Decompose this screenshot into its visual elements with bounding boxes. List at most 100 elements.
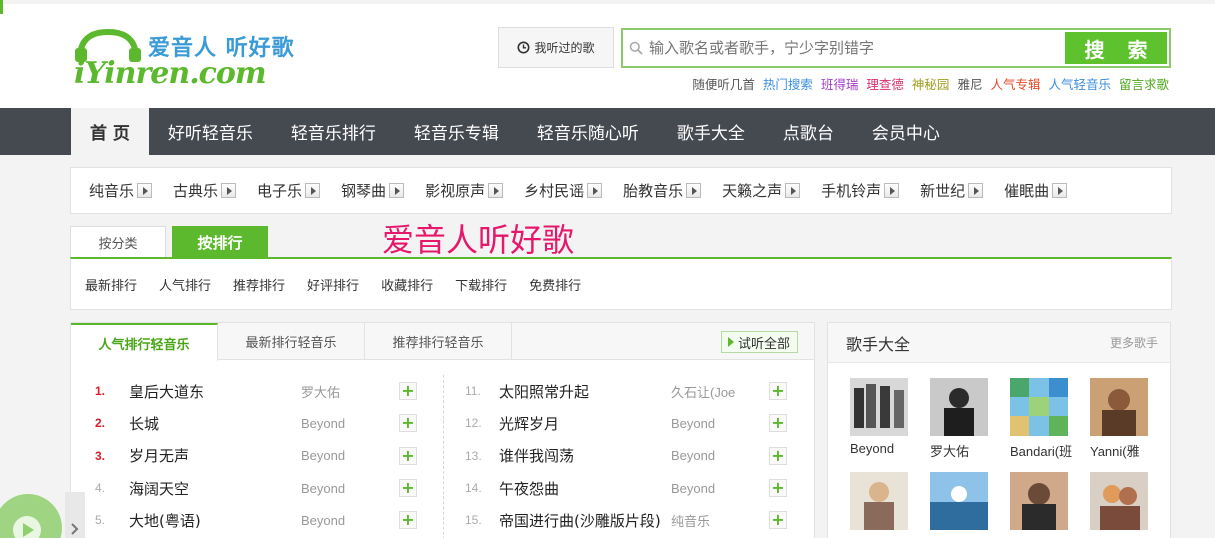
play-icon[interactable]	[785, 183, 801, 198]
nav-item[interactable]: 首 页	[71, 108, 149, 155]
quick-link[interactable]: 人气专辑	[990, 74, 1040, 93]
singer-name[interactable]: Bandari(班	[1010, 441, 1074, 460]
play-icon[interactable]	[1052, 183, 1068, 198]
genre-item[interactable]: 胎教音乐	[623, 180, 702, 201]
song-artist[interactable]: Beyond	[671, 416, 769, 431]
quick-link[interactable]: 雅尼	[957, 74, 982, 93]
tab-latest-ranking[interactable]: 最新排行轻音乐	[218, 323, 365, 359]
singer-photo[interactable]	[930, 378, 988, 436]
singer-photo[interactable]	[1090, 472, 1148, 530]
play-icon[interactable]	[221, 183, 237, 198]
singer-photo[interactable]	[850, 378, 908, 436]
song-artist[interactable]: 纯音乐	[671, 511, 769, 530]
song-title[interactable]: 长城	[129, 413, 301, 434]
nav-item[interactable]: 歌手大全	[658, 108, 764, 155]
search-input[interactable]	[649, 39, 1049, 57]
song-title[interactable]: 皇后大道东	[129, 381, 301, 402]
more-singers-link[interactable]: 更多歌手	[1110, 334, 1158, 351]
play-icon[interactable]	[968, 183, 984, 198]
singer-name[interactable]: 罗大佑	[930, 441, 994, 460]
search-button[interactable]: 搜 索	[1065, 32, 1167, 64]
singer-name[interactable]: Yanni(雅	[1090, 441, 1154, 460]
singer-name[interactable]: Beyond	[850, 441, 914, 456]
play-icon[interactable]	[389, 183, 405, 198]
song-artist[interactable]: Beyond	[671, 481, 769, 496]
song-artist[interactable]: Beyond	[301, 513, 399, 528]
genre-item[interactable]: 天籁之声	[722, 180, 801, 201]
genre-item[interactable]: 钢琴曲	[341, 180, 405, 201]
ranking-link[interactable]: 推荐排行	[233, 275, 285, 294]
nav-item[interactable]: 点歌台	[764, 108, 853, 155]
genre-item[interactable]: 新世纪	[920, 180, 984, 201]
add-song-button[interactable]: +	[399, 511, 417, 530]
nav-item[interactable]: 会员中心	[853, 108, 959, 155]
nav-item[interactable]: 轻音乐排行	[272, 108, 395, 155]
tab-by-category[interactable]: 按分类	[70, 226, 166, 258]
play-icon[interactable]	[305, 183, 321, 198]
tab-popular-ranking[interactable]: 人气排行轻音乐	[71, 323, 218, 361]
add-song-button[interactable]: +	[399, 414, 417, 433]
quick-link[interactable]: 人气轻音乐	[1048, 74, 1111, 93]
singer-photo[interactable]	[850, 472, 908, 530]
song-artist[interactable]: Beyond	[301, 416, 399, 431]
quick-link[interactable]: 热门搜索	[763, 74, 813, 93]
nav-item[interactable]: 好听轻音乐	[149, 108, 272, 155]
quick-link[interactable]: 留言求歌	[1119, 74, 1169, 93]
add-song-button[interactable]: +	[399, 382, 417, 401]
singer-card[interactable]: 罗大佑	[930, 378, 990, 460]
ranking-link[interactable]: 免费排行	[529, 275, 581, 294]
tab-by-ranking[interactable]: 按排行	[172, 226, 268, 258]
singer-card[interactable]	[930, 472, 990, 535]
singer-card[interactable]: Beyond	[850, 378, 910, 456]
song-title[interactable]: 大地(粤语)	[129, 510, 301, 531]
play-all-button[interactable]: 试听全部	[720, 331, 798, 353]
quick-link[interactable]: 随便听几首	[692, 74, 755, 93]
play-icon[interactable]	[137, 183, 153, 198]
singer-photo[interactable]	[1010, 378, 1068, 436]
play-icon[interactable]	[686, 183, 702, 198]
quick-link[interactable]: 班得瑞	[821, 74, 859, 93]
ranking-link[interactable]: 最新排行	[85, 275, 137, 294]
singer-photo[interactable]	[1010, 472, 1068, 530]
song-title[interactable]: 午夜怨曲	[499, 478, 671, 499]
nav-item[interactable]: 轻音乐随心听	[518, 108, 658, 155]
nav-item[interactable]: 轻音乐专辑	[395, 108, 518, 155]
add-song-button[interactable]: +	[399, 446, 417, 465]
song-artist[interactable]: 罗大佑	[301, 382, 399, 401]
add-song-button[interactable]: +	[769, 414, 787, 433]
song-title[interactable]: 海阔天空	[129, 478, 301, 499]
genre-item[interactable]: 纯音乐	[89, 180, 153, 201]
song-artist[interactable]: Beyond	[301, 481, 399, 496]
add-song-button[interactable]: +	[399, 479, 417, 498]
genre-item[interactable]: 古典乐	[173, 180, 237, 201]
song-title[interactable]: 谁伴我闯荡	[499, 445, 671, 466]
song-title[interactable]: 光辉岁月	[499, 413, 671, 434]
singer-card[interactable]: Yanni(雅	[1090, 378, 1150, 460]
song-title[interactable]: 太阳照常升起	[499, 381, 671, 402]
listen-history-button[interactable]: 我听过的歌	[498, 27, 614, 68]
song-title[interactable]: 岁月无声	[129, 445, 301, 466]
genre-item[interactable]: 乡村民谣	[524, 180, 603, 201]
singer-photo[interactable]	[930, 472, 988, 530]
singer-card[interactable]: Bandari(班	[1010, 378, 1072, 460]
genre-item[interactable]: 催眠曲	[1004, 180, 1068, 201]
genre-item[interactable]: 影视原声	[425, 180, 504, 201]
play-icon[interactable]	[488, 183, 504, 198]
genre-item[interactable]: 手机铃声	[821, 180, 900, 201]
ranking-link[interactable]: 人气排行	[159, 275, 211, 294]
tab-recommended-ranking[interactable]: 推荐排行轻音乐	[365, 323, 512, 359]
ranking-link[interactable]: 收藏排行	[381, 275, 433, 294]
ranking-link[interactable]: 下载排行	[455, 275, 507, 294]
add-song-button[interactable]: +	[769, 382, 787, 401]
add-song-button[interactable]: +	[769, 446, 787, 465]
genre-item[interactable]: 电子乐	[257, 180, 321, 201]
song-artist[interactable]: Beyond	[671, 448, 769, 463]
singer-card[interactable]	[850, 472, 910, 535]
singer-card[interactable]	[1010, 472, 1070, 535]
quick-link[interactable]: 理查德	[866, 74, 904, 93]
song-title[interactable]: 帝国进行曲(沙雕版片段)	[499, 510, 671, 531]
singer-photo[interactable]	[1090, 378, 1148, 436]
add-song-button[interactable]: +	[769, 511, 787, 530]
singer-card[interactable]	[1090, 472, 1150, 535]
play-icon[interactable]	[884, 183, 900, 198]
